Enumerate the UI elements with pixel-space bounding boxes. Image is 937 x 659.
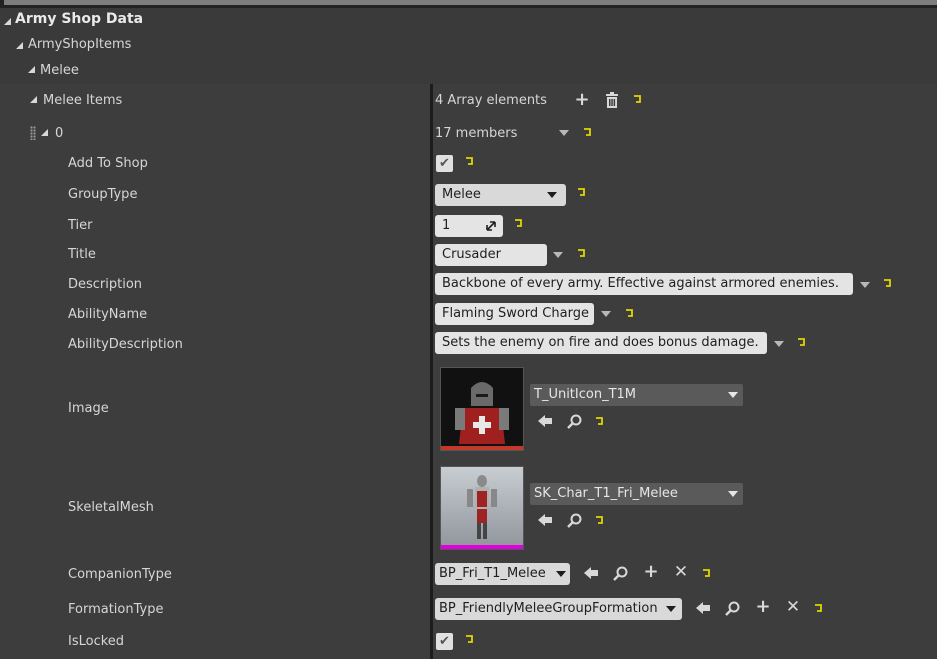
title-value: Crusader	[442, 247, 501, 262]
add-to-shop-label: Add To Shop	[68, 156, 148, 171]
reset-to-default-icon[interactable]	[595, 417, 605, 427]
ability-description-textbox[interactable]: Sets the enemy on fire and does bonus da…	[435, 332, 767, 354]
struct-label: Melee	[40, 63, 79, 78]
skeletal-mesh-label: SkeletalMesh	[68, 500, 154, 515]
add-to-shop-checkbox[interactable]: ✔	[436, 155, 453, 172]
knight-icon	[441, 368, 523, 450]
reset-to-default-icon[interactable]	[595, 516, 605, 526]
trash-icon[interactable]	[603, 92, 621, 111]
expand-arrow-icon[interactable]	[16, 42, 23, 49]
skeletal-mesh-asset-picker[interactable]: SK_Char_T1_Fri_Melee	[530, 483, 743, 505]
reset-to-default-icon[interactable]	[702, 569, 712, 579]
companion-type-value: BP_Fri_T1_Melee	[439, 566, 546, 581]
x-icon[interactable]: ✕	[672, 564, 690, 581]
chevron-down-icon[interactable]	[774, 341, 784, 347]
reset-to-default-icon[interactable]	[577, 249, 587, 259]
reset-to-default-icon[interactable]	[465, 157, 475, 167]
category-title: Army Shop Data	[15, 11, 144, 27]
ability-description-label: AbilityDescription	[68, 337, 183, 352]
image-asset-name: T_UnitIcon_T1M	[534, 387, 637, 402]
formation-type-value: BP_FriendlyMeleeGroupFormation	[439, 601, 658, 616]
x-icon[interactable]: ✕	[784, 599, 802, 616]
plus-icon[interactable]: +	[754, 598, 772, 616]
description-textbox[interactable]: Backbone of every army. Effective agains…	[435, 273, 853, 295]
tier-spinbox[interactable]: 1	[435, 215, 503, 237]
chevron-down-icon[interactable]	[559, 130, 569, 136]
use-selected-arrow-icon[interactable]	[694, 601, 712, 618]
reset-to-default-icon[interactable]	[814, 604, 824, 614]
use-selected-arrow-icon[interactable]	[582, 566, 600, 583]
drag-resize-icon	[486, 221, 496, 231]
formation-type-label: FormationType	[68, 602, 164, 617]
is-locked-label: IsLocked	[68, 634, 125, 649]
magnifier-icon[interactable]	[566, 513, 584, 532]
reset-to-default-icon[interactable]	[797, 338, 807, 348]
expand-arrow-icon[interactable]	[41, 129, 48, 136]
ability-description-value: Sets the enemy on fire and does bonus da…	[442, 335, 759, 350]
skeletal-mesh-asset-name: SK_Char_T1_Fri_Melee	[534, 486, 678, 501]
category-army-shop-data[interactable]: Army Shop Data	[0, 8, 937, 34]
expand-arrow-icon[interactable]	[30, 96, 37, 103]
reset-to-default-icon[interactable]	[625, 309, 635, 319]
use-selected-arrow-icon[interactable]	[536, 513, 554, 530]
chevron-down-icon	[728, 491, 738, 497]
description-value: Backbone of every army. Effective agains…	[442, 276, 839, 291]
magnifier-icon[interactable]	[724, 601, 742, 620]
image-type-bar	[441, 446, 523, 450]
chevron-down-icon	[728, 392, 738, 398]
skeletal-mesh-type-bar	[441, 545, 523, 549]
element-index: 0	[55, 126, 64, 141]
struct-melee[interactable]: Melee	[0, 58, 937, 84]
chevron-down-icon[interactable]	[553, 252, 563, 258]
companion-type-dropdown[interactable]: BP_Fri_T1_Melee	[435, 563, 570, 585]
plus-icon[interactable]: +	[642, 563, 660, 581]
companion-type-label: CompanionType	[68, 567, 172, 582]
tier-value: 1	[442, 218, 451, 233]
image-thumbnail[interactable]	[440, 367, 524, 451]
ability-name-textbox[interactable]: Flaming Sword Charge	[435, 303, 594, 325]
title-label: Title	[68, 247, 96, 262]
struct-army-shop-items[interactable]: ArmyShopItems	[0, 34, 937, 58]
reset-to-default-icon[interactable]	[465, 635, 475, 645]
melee-items-label: Melee Items	[43, 93, 123, 108]
member-count: 17 members	[435, 126, 518, 141]
drag-handle[interactable]	[30, 126, 36, 140]
expand-arrow-icon[interactable]	[4, 18, 11, 25]
skeletal-mesh-thumbnail[interactable]	[440, 466, 524, 550]
chevron-down-icon[interactable]	[860, 282, 870, 288]
character-mesh-icon	[441, 467, 523, 549]
chevron-down-icon	[556, 571, 566, 577]
tier-label: Tier	[68, 218, 93, 233]
ability-name-value: Flaming Sword Charge	[442, 306, 589, 321]
column-splitter[interactable]	[430, 84, 433, 659]
reset-to-default-icon[interactable]	[633, 95, 643, 105]
reset-to-default-icon[interactable]	[514, 219, 524, 229]
reset-to-default-icon[interactable]	[883, 279, 893, 289]
chevron-down-icon[interactable]	[601, 311, 611, 317]
use-selected-arrow-icon[interactable]	[536, 414, 554, 431]
chevron-down-icon	[666, 606, 676, 612]
magnifier-icon[interactable]	[612, 566, 630, 585]
group-type-dropdown[interactable]: Melee	[435, 184, 566, 206]
ability-name-label: AbilityName	[68, 307, 148, 322]
magnifier-icon[interactable]	[566, 414, 584, 433]
reset-to-default-icon[interactable]	[577, 188, 587, 198]
title-textbox[interactable]: Crusader	[435, 244, 547, 266]
reset-to-default-icon[interactable]	[583, 128, 593, 138]
is-locked-checkbox[interactable]: ✔	[436, 633, 453, 650]
struct-label: ArmyShopItems	[28, 37, 132, 52]
description-label: Description	[68, 277, 143, 292]
group-type-value: Melee	[442, 187, 481, 202]
expand-arrow-icon[interactable]	[28, 66, 35, 73]
top-scrollbar[interactable]	[4, 0, 937, 5]
array-count: 4 Array elements	[435, 93, 547, 108]
image-label: Image	[68, 401, 109, 416]
group-type-label: GroupType	[68, 187, 138, 202]
chevron-down-icon	[547, 192, 557, 198]
image-asset-picker[interactable]: T_UnitIcon_T1M	[530, 384, 743, 406]
plus-icon[interactable]: +	[573, 91, 591, 109]
formation-type-dropdown[interactable]: BP_FriendlyMeleeGroupFormation	[435, 598, 682, 620]
